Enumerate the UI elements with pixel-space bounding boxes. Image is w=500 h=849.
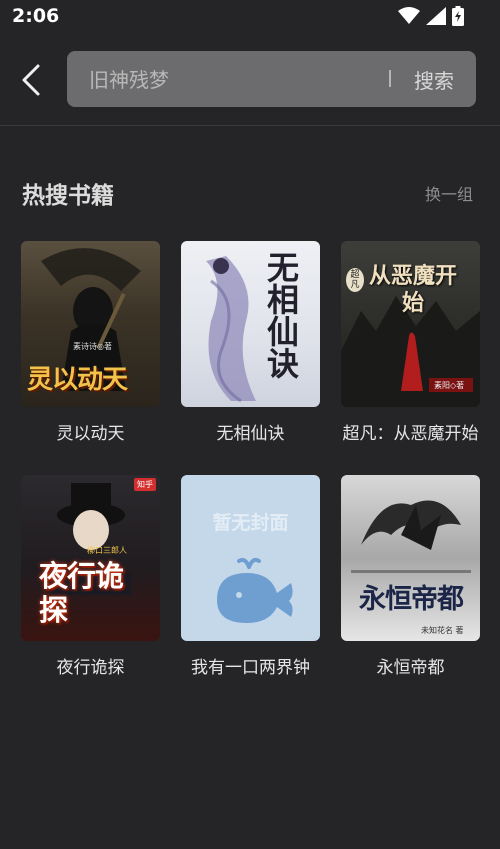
book-title: 夜行诡探 <box>56 658 125 678</box>
book-item[interactable]: 超凡 从恶魔开始 素阳◇著 超凡：从恶魔开始 <box>341 241 480 444</box>
book-title: 无相仙诀 <box>216 424 285 444</box>
book-item[interactable]: 灵以动天 素诗诗◎著 灵以动天 <box>21 241 160 444</box>
refresh-button[interactable]: 换一组 <box>425 181 473 205</box>
book-item[interactable]: 暂无封面 我有一口两界钟 <box>181 475 320 678</box>
section-title: 热搜书籍 <box>22 183 114 209</box>
book-cover-placeholder[interactable]: 暂无封面 <box>181 475 320 641</box>
book-title: 永恒帝都 <box>376 658 445 678</box>
status-icons <box>398 6 464 26</box>
book-item[interactable]: 无相仙诀 无相仙诀 <box>181 241 320 444</box>
cover-title: 永恒帝都 <box>359 584 464 615</box>
book-cover[interactable]: 知乎 柳口三郎人 夜行诡探 <box>21 475 160 641</box>
whale-icon <box>217 557 293 623</box>
book-title: 超凡：从恶魔开始 <box>342 424 479 444</box>
book-item[interactable]: 永恒帝都 未知花名 著 永恒帝都 <box>341 475 480 678</box>
cover-author: 素阳◇著 <box>434 381 465 390</box>
book-cover[interactable]: 无相仙诀 <box>181 241 320 407</box>
signal-icon <box>426 7 446 25</box>
status-bar: 2:06 <box>0 0 500 34</box>
book-cover[interactable]: 灵以动天 素诗诗◎著 <box>21 241 160 407</box>
search-divider <box>389 70 391 87</box>
cover-author: 未知花名 著 <box>421 626 464 635</box>
search-header: 搜索 <box>0 34 500 126</box>
book-item[interactable]: 知乎 柳口三郎人 夜行诡探 夜行诡探 <box>21 475 160 678</box>
cover-author: 素诗诗◎著 <box>73 342 112 351</box>
cover-subtitle: 柳口三郎人 <box>87 546 127 555</box>
cover-title: 从恶魔开始 <box>368 263 457 316</box>
cover-badge: 知乎 <box>134 478 156 491</box>
cover-title: 灵以动天 <box>27 365 128 395</box>
search-input[interactable] <box>87 65 381 95</box>
cover-title: 夜行诡探 <box>39 559 124 627</box>
book-title: 我有一口两界钟 <box>191 658 310 678</box>
cover-title: 无相仙诀 <box>262 251 300 379</box>
status-time: 2:06 <box>12 5 60 27</box>
back-arrow-icon[interactable] <box>18 62 50 98</box>
search-button[interactable]: 搜索 <box>414 65 454 94</box>
cover-art <box>351 500 471 573</box>
wifi-icon <box>398 7 420 24</box>
book-title: 灵以动天 <box>56 424 125 444</box>
cover-badge: 超凡 <box>346 268 364 292</box>
book-cover[interactable]: 超凡 从恶魔开始 素阳◇著 <box>341 241 480 407</box>
no-cover-label: 暂无封面 <box>212 512 289 534</box>
search-box: 搜索 <box>67 51 476 107</box>
battery-charging-icon <box>452 6 464 26</box>
book-cover[interactable]: 永恒帝都 未知花名 著 <box>341 475 480 641</box>
